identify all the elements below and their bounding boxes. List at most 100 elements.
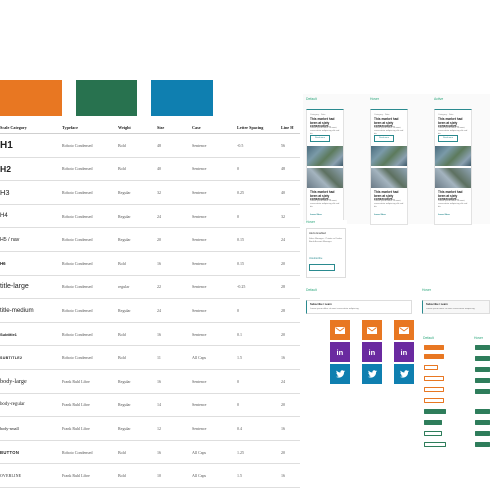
cell-size: 32 xyxy=(157,180,192,205)
sample-button-default[interactable] xyxy=(424,420,442,425)
sample-button-default[interactable] xyxy=(424,387,444,392)
cell-case: All Caps xyxy=(192,345,237,370)
sample-button-default[interactable] xyxy=(424,398,444,403)
twitter-share-button[interactable] xyxy=(394,364,414,384)
twitter-share-button[interactable] xyxy=(362,364,382,384)
sample-button-hover[interactable] xyxy=(475,345,490,350)
table-row: BUTTON Roboto Condensed Bold 16 All Caps 1.25… xyxy=(0,440,300,465)
alerts-widget[interactable]: Alerts Enabled Sales Manager - Private o… xyxy=(306,228,346,278)
banner-panel-hover: Hover Subscribe / Learn Lorem ipsum dolo… xyxy=(421,288,490,328)
sample-button-hover[interactable] xyxy=(475,378,490,383)
card-button[interactable]: Read more xyxy=(374,135,394,142)
cell-size: 16 xyxy=(157,251,192,276)
sample-button-default[interactable] xyxy=(424,365,438,370)
cell-spacing: -0.5 xyxy=(237,133,281,158)
sample-button-hover[interactable] xyxy=(475,442,490,447)
table-row: H1 Roboto Condensed Bold 48 Sentence -0.5 56 xyxy=(0,133,300,158)
linkedin-share-button[interactable]: in xyxy=(362,342,382,362)
banner-default[interactable]: Subscribe / Learn Lorem ipsum dolor sit … xyxy=(306,300,412,314)
cell-typeface: Roboto Condensed xyxy=(62,204,118,229)
scale-category-cell: H5 / nav xyxy=(0,227,62,252)
card-meta: Category · Date xyxy=(438,114,454,116)
cell-typeface: Frank Ruhl Libre xyxy=(62,393,118,418)
mail-share-button[interactable] xyxy=(362,320,382,340)
cell-spacing: 0 xyxy=(237,393,281,418)
sample-button-hover[interactable] xyxy=(475,431,490,436)
cell-typeface: Roboto Condensed xyxy=(62,322,118,347)
cell-line: 20 xyxy=(281,322,300,347)
mail-share-button[interactable] xyxy=(330,320,350,340)
cell-spacing: 0.4 xyxy=(237,416,281,441)
cell-weight: Bold xyxy=(118,463,157,488)
sample-button-default[interactable] xyxy=(424,345,444,350)
cell-spacing: 0.1 xyxy=(237,322,281,347)
twitter-share-button[interactable] xyxy=(330,364,350,384)
widget-line-unsub[interactable]: Unsubscribe xyxy=(309,257,322,260)
sample-button-default[interactable] xyxy=(424,442,446,447)
table-row: Subtitle1 Roboto Condensed Bold 16 Sentence 0… xyxy=(0,322,300,347)
sample-button-default[interactable] xyxy=(424,431,442,436)
sample-button-hover[interactable] xyxy=(475,420,490,425)
table-row: title-medium Roboto Condensed Regular 24 Sen… xyxy=(0,298,300,323)
linkedin-share-button[interactable]: in xyxy=(330,342,350,362)
table-row: body-large Frank Ruhl Libre Regular 16 Sente… xyxy=(0,369,300,394)
cell-spacing: 0.15 xyxy=(237,251,281,276)
column-header: Scale Category xyxy=(0,121,62,134)
cell-line: 32 xyxy=(281,204,300,229)
card-link[interactable]: Learn More xyxy=(438,214,450,216)
table-row: H4 Roboto Condensed Regular 24 Sentence 0 32 xyxy=(0,204,300,229)
card-button[interactable]: Read more xyxy=(310,135,330,142)
card-link[interactable]: Learn More xyxy=(374,214,386,216)
card-button[interactable]: Read more xyxy=(438,135,458,142)
sample-button-hover[interactable] xyxy=(475,389,490,394)
card-link[interactable]: Learn More xyxy=(310,214,322,216)
cell-weight: Bold xyxy=(118,157,157,182)
article-card-default[interactable]: Category · Date This market had been at s… xyxy=(306,109,344,225)
cell-case: Sentence xyxy=(192,393,237,418)
cell-weight: Regular xyxy=(118,393,157,418)
linkedin-share-button[interactable]: in xyxy=(394,342,414,362)
card-body: Lorem ipsum dolor sit amet, consectetur … xyxy=(438,200,468,208)
cell-typeface: Roboto Condensed xyxy=(62,298,118,323)
banner-state-label-default: Default xyxy=(306,288,317,292)
sample-button-default[interactable] xyxy=(424,354,444,359)
cell-line: 56 xyxy=(281,133,300,158)
sample-button-hover[interactable] xyxy=(475,356,490,361)
card-body: Lorem ipsum dolor sit amet, consectetur … xyxy=(310,200,340,208)
scale-category-cell: body-large xyxy=(0,369,62,394)
scale-category-cell: SUBTITLE2 xyxy=(0,345,62,370)
cell-spacing: 0 xyxy=(237,369,281,394)
cell-line: 40 xyxy=(281,180,300,205)
sample-button-default[interactable] xyxy=(424,409,446,414)
article-card-hover[interactable]: Category · Date This market had been at s… xyxy=(370,109,408,225)
article-card-active[interactable]: Category · Date This market had been at s… xyxy=(434,109,472,225)
cell-line: 20 xyxy=(281,393,300,418)
cell-case: Sentence xyxy=(192,180,237,205)
column-header: Typeface xyxy=(62,121,118,134)
cell-size: 24 xyxy=(157,298,192,323)
cell-size: 16 xyxy=(157,369,192,394)
table-row: SUBTITLE2 Roboto Condensed Bold 11 All Caps 1… xyxy=(0,345,300,370)
sample-button-default[interactable] xyxy=(424,376,444,381)
type-scale-table: Scale Category Typeface Weight Size Case Lett… xyxy=(0,121,300,488)
widget-button[interactable] xyxy=(309,264,335,271)
column-header: Size xyxy=(157,121,192,134)
linkedin-icon: in xyxy=(368,348,376,356)
mail-share-button[interactable] xyxy=(394,320,414,340)
sample-button-hover[interactable] xyxy=(475,367,490,372)
cell-typeface: Roboto Condensed xyxy=(62,345,118,370)
widget-line-role: Sales Manager - Private or Dealer Bank A… xyxy=(309,238,343,243)
column-header: Case xyxy=(192,121,237,134)
cell-spacing: -0.25 xyxy=(237,275,281,300)
sample-button-hover[interactable] xyxy=(475,409,490,414)
card-image xyxy=(435,146,471,166)
card-meta: Category · Date xyxy=(310,114,326,116)
banner-hover[interactable]: Subscribe / Learn Lorem ipsum dolor sit … xyxy=(422,300,490,314)
cell-typeface: Roboto Condensed xyxy=(62,180,118,205)
table-header-row: Scale Category Typeface Weight Size Case Lett… xyxy=(0,121,300,134)
cell-typeface: Roboto Condensed xyxy=(62,275,118,300)
column-header: Letter Spacing xyxy=(237,121,281,134)
twitter-icon xyxy=(399,370,409,378)
cell-case: Sentence xyxy=(192,157,237,182)
color-swatch-green xyxy=(76,80,137,116)
